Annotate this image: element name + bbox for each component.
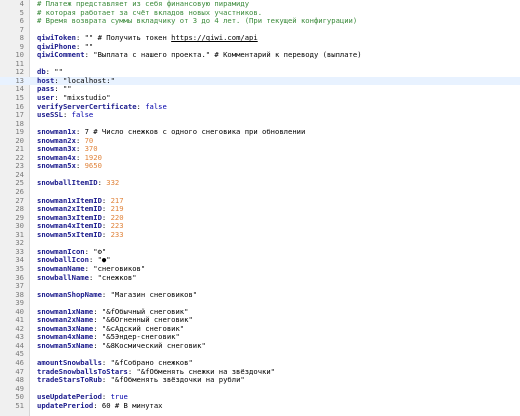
yaml-key: tradeStarsToRub — [37, 375, 102, 385]
code-text: : 60 # В минутах — [93, 400, 163, 410]
line-content: updatePreriod: 60 # В минутах — [37, 400, 163, 411]
code-text: : — [62, 110, 72, 120]
code-line[interactable]: 6 # Время возврата суммы вкладчику от 3 д… — [0, 16, 520, 26]
code-line[interactable]: 51 updatePreriod: 60 # В минутах — [0, 400, 520, 411]
comment-text: # Время возврата суммы вкладчику от 3 до… — [37, 16, 358, 26]
line-content: snowman5x: 9650 — [37, 162, 102, 171]
code-line[interactable]: 31 snowman5xItemID: 233 — [0, 229, 520, 240]
code-text: : "Выплата с нашего проекта." # Коммента… — [84, 50, 362, 60]
line-number: 51 — [15, 400, 24, 410]
code-line[interactable]: 25 snowballItemID: 332 — [0, 179, 520, 188]
line-content: useSSL: false — [37, 110, 94, 120]
code-text: : "&fОбменять звёздочки на рубли" — [101, 375, 245, 385]
line-content: qiwiComment: "Выплата с нашего проекта."… — [37, 51, 362, 60]
code-text: : — [101, 229, 111, 239]
yaml-key: snowballName — [37, 272, 89, 282]
line-content: snowman5xName: "&8Космический снеговик" — [37, 340, 206, 351]
active-code-line[interactable]: 13 host: "localhost:" — [0, 76, 520, 86]
code-text: : "&8Космический снеговик" — [93, 340, 206, 350]
code-line[interactable]: 38 snowmanShopName: "Магазин снеговиков" — [0, 289, 520, 300]
code-lines[interactable]: 4 # Платеж представляет из себя финансову… — [0, 0, 520, 410]
code-text: : — [75, 161, 85, 171]
yaml-key: snowman5xItemID — [37, 229, 102, 239]
boolean-value: false — [71, 110, 94, 120]
code-text: : — [97, 178, 107, 188]
yaml-key: snowman5xName — [37, 340, 94, 350]
code-line[interactable]: 10 qiwiComment: "Выплата с нашего проекта… — [0, 51, 520, 60]
url-link[interactable]: https://qiwi.com/api — [171, 33, 258, 42]
line-content: # Время возврата суммы вкладчику от 3 до… — [37, 16, 358, 26]
line-content: snowballName: "снежков" — [37, 272, 137, 283]
line-content: snowballItemID: 332 — [37, 179, 119, 188]
code-line[interactable]: 44 snowman5xName: "&8Космический снеговик… — [0, 340, 520, 351]
code-line[interactable]: 17 useSSL: false — [0, 110, 520, 120]
code-line[interactable]: 11 — [0, 59, 520, 69]
code-editor[interactable]: 4 # Платеж представляет из себя финансову… — [0, 0, 520, 416]
number-value: 233 — [110, 229, 124, 239]
yaml-key: snowballItemID — [37, 178, 98, 188]
code-line[interactable]: 23 snowman5x: 9650 — [0, 162, 520, 171]
yaml-key: updatePreriod — [37, 400, 94, 410]
yaml-key: snowman5x — [37, 161, 76, 171]
code-text: : — [136, 101, 146, 111]
yaml-key: useSSL — [37, 110, 63, 120]
code-text: : "снежков" — [88, 272, 137, 282]
code-text: : "Магазин снеговиков" — [101, 289, 198, 299]
yaml-key: qiwiComment — [37, 50, 85, 60]
line-content: snowman5xItemID: 233 — [37, 229, 124, 240]
code-line[interactable]: 48 tradeStarsToRub: "&fОбменять звёздочки… — [0, 375, 520, 385]
code-text: : 7 # Число снежков с одного снеговика п… — [75, 127, 306, 137]
line-content: tradeStarsToRub: "&fОбменять звёздочки н… — [37, 375, 245, 385]
line-content: snowmanShopName: "Магазин снеговиков" — [37, 289, 198, 300]
number-value: 9650 — [84, 161, 102, 171]
boolean-value: false — [145, 101, 167, 111]
number-value: 332 — [106, 178, 120, 188]
code-line[interactable]: 36 snowballName: "снежков" — [0, 272, 520, 283]
yaml-key: snowmanShopName — [37, 289, 102, 299]
